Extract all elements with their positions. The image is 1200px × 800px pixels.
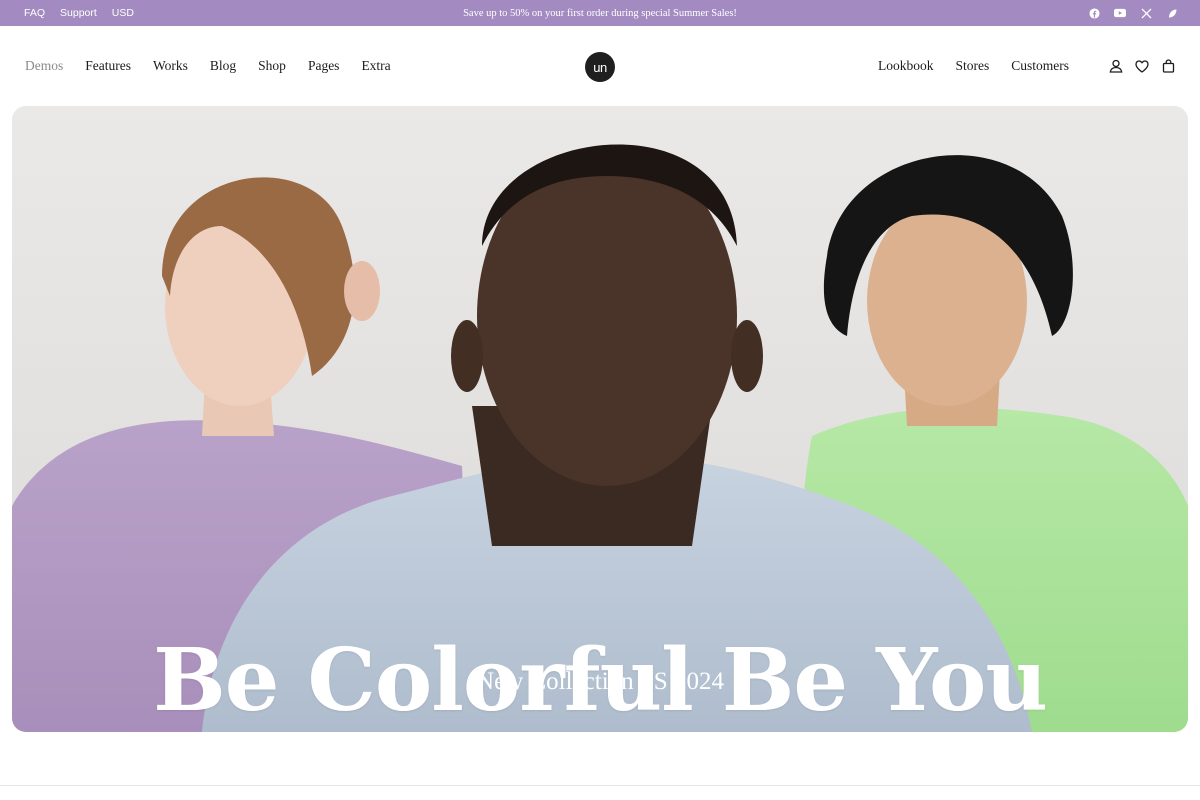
nav-item-shop[interactable]: Shop xyxy=(258,58,286,74)
wishlist-icon[interactable] xyxy=(1135,59,1149,73)
main-header: Demos Features Works Blog Shop Pages Ext… xyxy=(0,26,1200,106)
nav-item-blog[interactable]: Blog xyxy=(210,58,236,74)
nav-item-features[interactable]: Features xyxy=(85,58,131,74)
currency-selector[interactable]: USD xyxy=(112,7,134,19)
header-actions xyxy=(1109,26,1175,106)
youtube-icon[interactable] xyxy=(1114,7,1126,19)
nav-item-works[interactable]: Works xyxy=(153,58,188,74)
x-icon[interactable] xyxy=(1140,7,1152,19)
hero-banner: Be Colorful Be You New Collection SS 202… xyxy=(12,106,1188,732)
announcement-bar: FAQ Support USD Save up to 50% on your f… xyxy=(0,0,1200,26)
divider xyxy=(0,785,1200,786)
nav-item-stores[interactable]: Stores xyxy=(956,58,990,74)
cart-icon[interactable] xyxy=(1161,59,1175,73)
promo-text: Save up to 50% on your first order durin… xyxy=(463,7,737,19)
nav-item-demos[interactable]: Demos xyxy=(25,58,63,74)
account-icon[interactable] xyxy=(1109,59,1123,73)
brand-logo[interactable]: un xyxy=(585,52,615,82)
nav-item-extra[interactable]: Extra xyxy=(361,58,390,74)
nav-item-pages[interactable]: Pages xyxy=(308,58,340,74)
nav-item-customers[interactable]: Customers xyxy=(1011,58,1069,74)
topbar-links: FAQ Support USD xyxy=(24,0,134,26)
nav-item-lookbook[interactable]: Lookbook xyxy=(878,58,934,74)
secondary-nav: Lookbook Stores Customers xyxy=(878,26,1069,106)
support-link[interactable]: Support xyxy=(60,7,97,19)
primary-nav: Demos Features Works Blog Shop Pages Ext… xyxy=(25,26,391,106)
threads-icon[interactable] xyxy=(1166,7,1178,19)
hero-subtitle[interactable]: New Collection SS 2024 xyxy=(12,669,1188,694)
faq-link[interactable]: FAQ xyxy=(24,7,45,19)
social-links xyxy=(1088,0,1178,26)
facebook-icon[interactable] xyxy=(1088,7,1100,19)
